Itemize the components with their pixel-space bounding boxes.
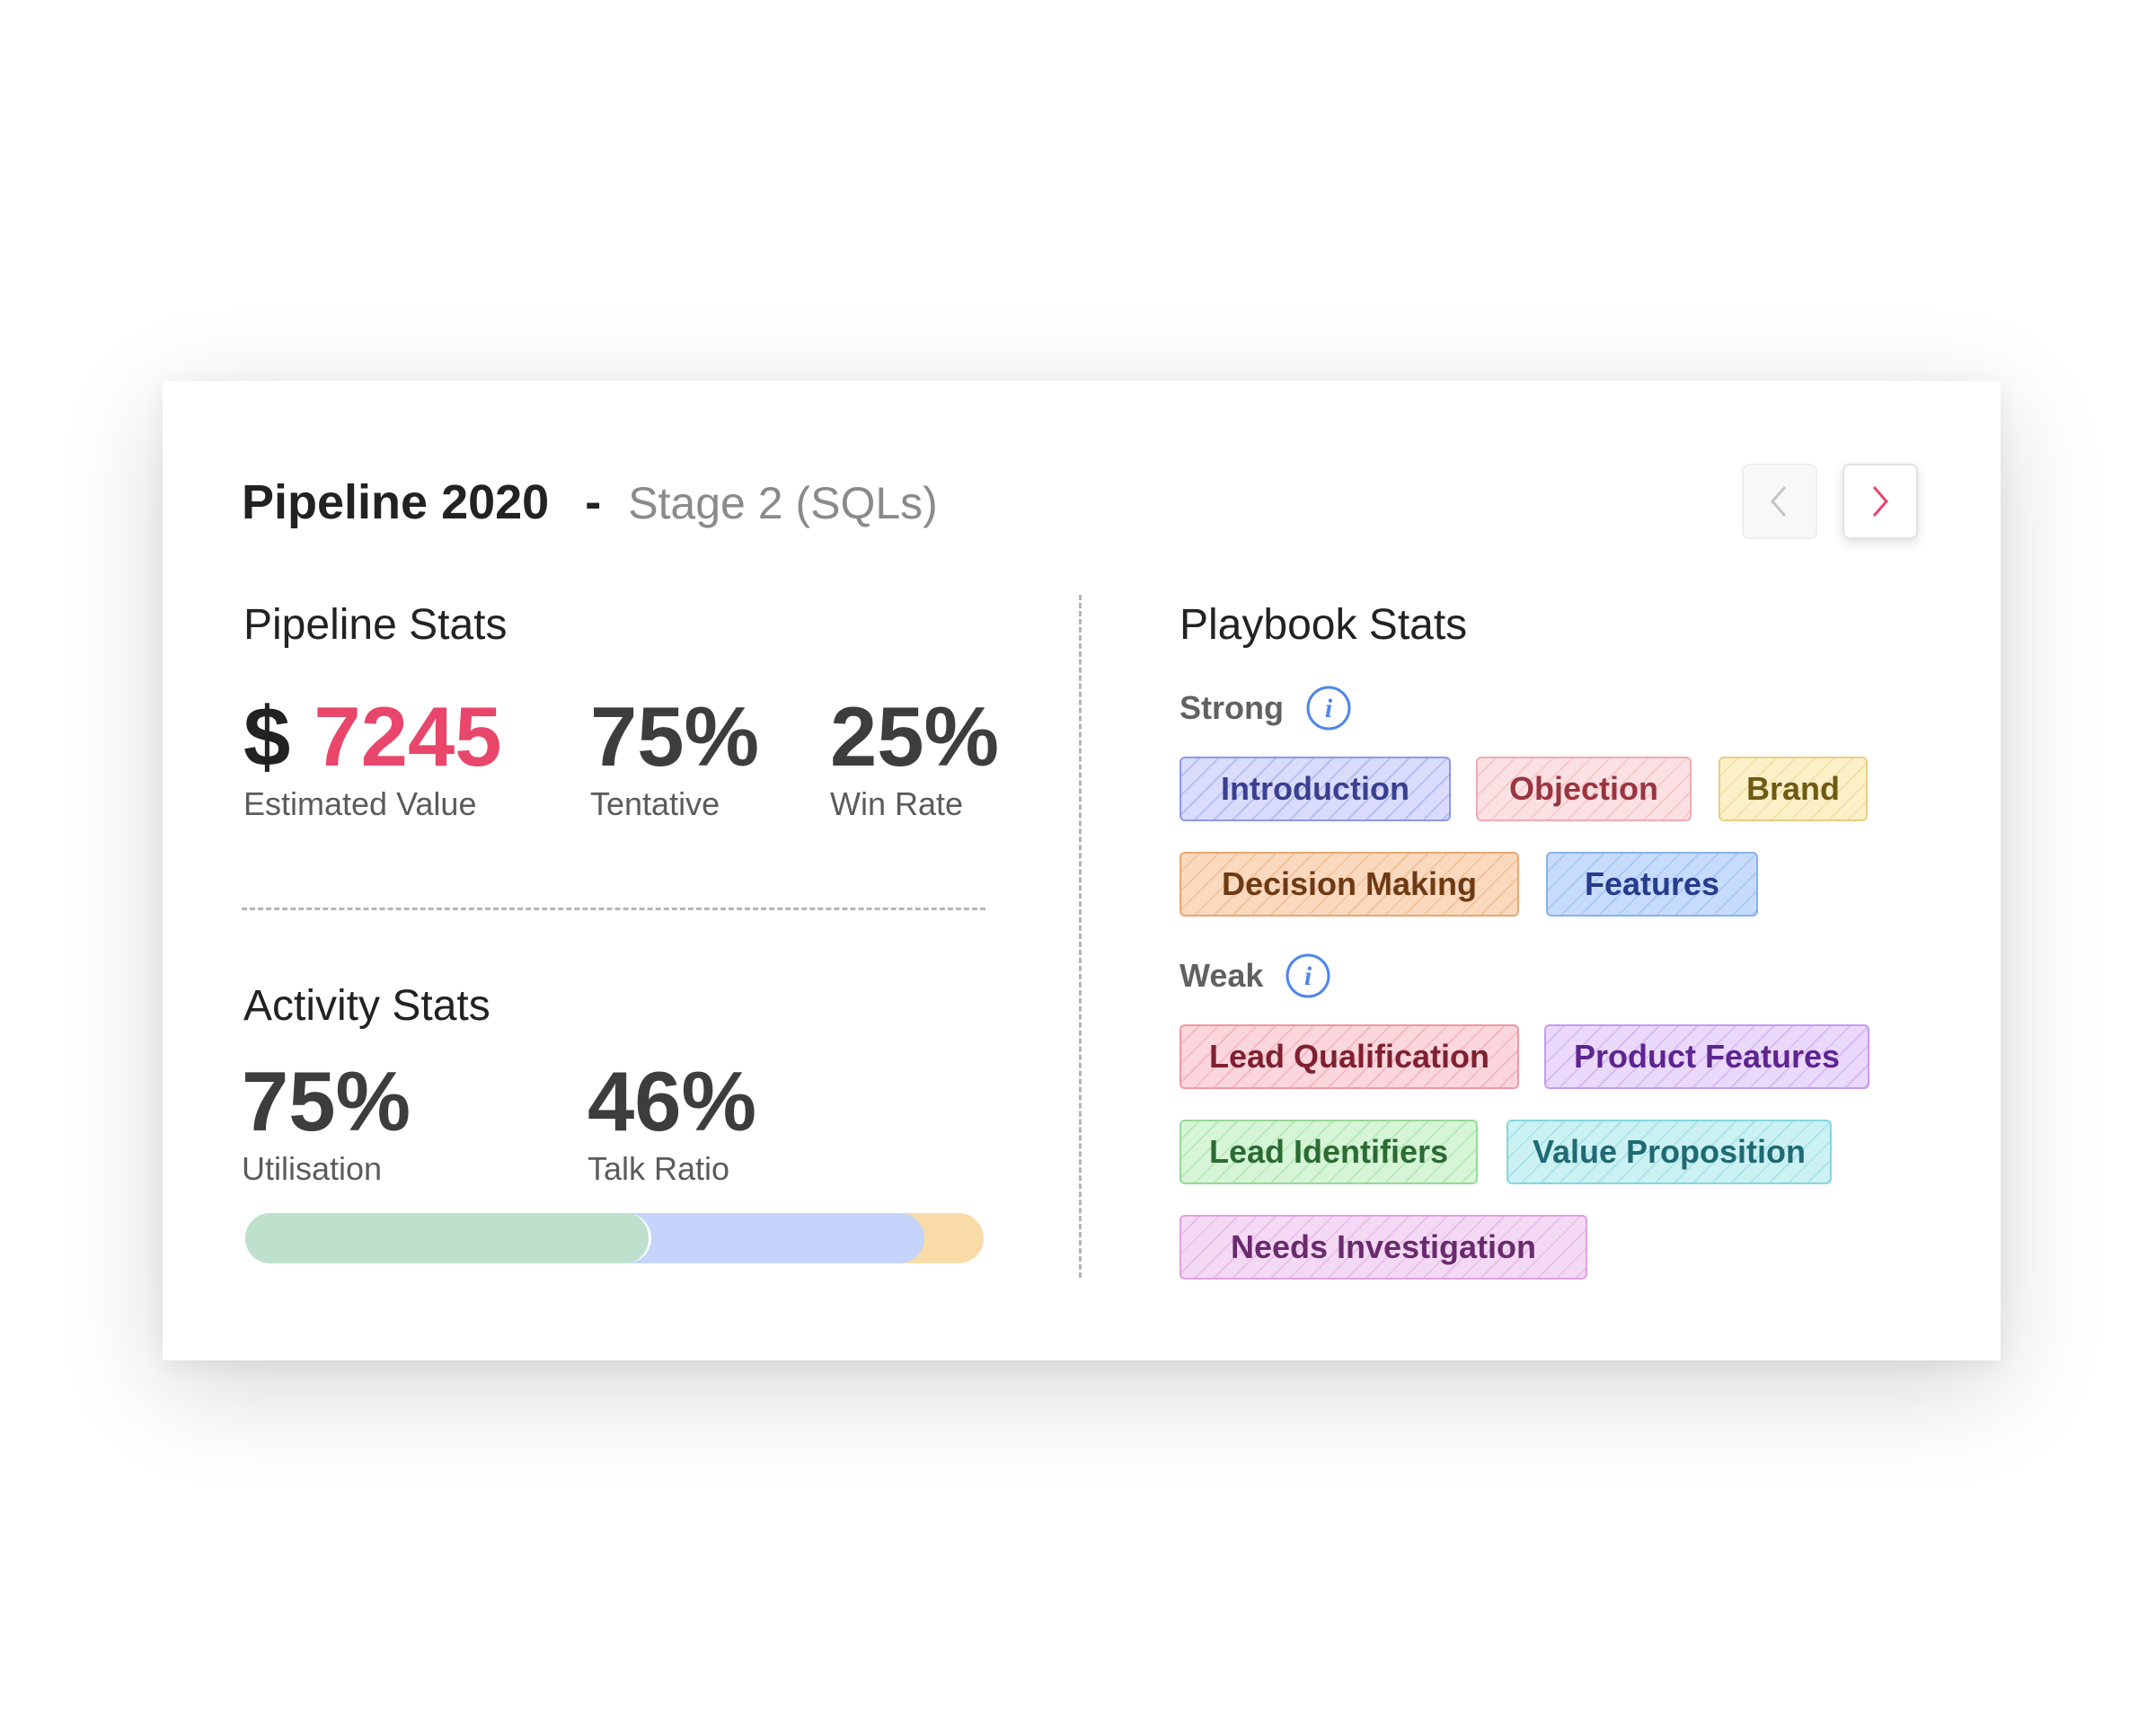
svg-text:i: i xyxy=(1304,961,1312,991)
progress-segment-green xyxy=(245,1213,651,1263)
currency-symbol: $ xyxy=(243,689,291,784)
utilisation-value: 75% xyxy=(242,1054,411,1148)
estimated-value: $ 7245 xyxy=(243,692,502,782)
pipeline-card: Pipeline 2020 - Stage 2 (SQLs) Pipeline … xyxy=(163,381,2001,1360)
title-separator: - xyxy=(585,475,602,529)
estimated-value-amount: 7245 xyxy=(314,689,502,784)
pipeline-stats-title: Pipeline Stats xyxy=(243,601,508,649)
tentative-stat: 75% Tentative xyxy=(590,692,759,823)
chevron-right-icon xyxy=(1872,486,1888,517)
strong-group-label: Strong i xyxy=(1180,685,1352,731)
activity-progress-bar xyxy=(245,1213,984,1263)
tag-label: Decision Making xyxy=(1221,865,1478,902)
pipeline-title: Pipeline 2020 xyxy=(242,475,550,529)
weak-label: Weak xyxy=(1180,957,1264,994)
tag-objection[interactable]: Objection xyxy=(1476,757,1692,821)
playbook-stats-title: Playbook Stats xyxy=(1180,601,1468,649)
tentative-label: Tentative xyxy=(590,785,720,822)
horizontal-divider xyxy=(242,908,985,910)
win-rate-label: Win Rate xyxy=(830,785,964,822)
tag-label: Product Features xyxy=(1573,1038,1841,1075)
stage-subtitle: Stage 2 (SQLs) xyxy=(628,478,938,528)
tag-product-features[interactable]: Product Features xyxy=(1544,1024,1869,1089)
activity-stats-title: Activity Stats xyxy=(243,982,490,1030)
prev-button[interactable] xyxy=(1742,464,1817,539)
info-icon[interactable]: i xyxy=(1285,952,1331,999)
tag-label: Needs Investigation xyxy=(1230,1228,1537,1265)
utilisation-label: Utilisation xyxy=(242,1150,383,1187)
next-button[interactable] xyxy=(1842,464,1918,539)
tag-label: Brand xyxy=(1745,770,1840,807)
talk-ratio-label: Talk Ratio xyxy=(588,1150,730,1187)
tag-label: Lead Qualification xyxy=(1208,1038,1490,1075)
tag-label: Value Proposition xyxy=(1532,1133,1807,1170)
weak-group-label: Weak i xyxy=(1180,952,1331,999)
tag-label: Objection xyxy=(1508,770,1658,807)
strong-label: Strong xyxy=(1180,689,1284,726)
tag-features[interactable]: Features xyxy=(1546,852,1758,917)
talk-ratio-value: 46% xyxy=(588,1054,757,1148)
vertical-divider xyxy=(1079,595,1082,1278)
tag-label: Introduction xyxy=(1221,770,1409,807)
win-rate-value: 25% xyxy=(830,689,1000,784)
tag-label: Lead Identifiers xyxy=(1208,1133,1449,1170)
tag-introduction[interactable]: Introduction xyxy=(1180,757,1451,821)
talk-ratio-stat: 46% Talk Ratio xyxy=(588,1057,756,1188)
tag-value-proposition[interactable]: Value Proposition xyxy=(1507,1120,1832,1184)
card-header: Pipeline 2020 - Stage 2 (SQLs) xyxy=(242,474,938,530)
estimated-value-stat: $ 7245 Estimated Value xyxy=(243,692,502,823)
svg-text:i: i xyxy=(1325,694,1333,723)
tag-decision-making[interactable]: Decision Making xyxy=(1180,852,1519,917)
utilisation-stat: 75% Utilisation xyxy=(242,1057,411,1188)
tag-label: Features xyxy=(1584,865,1720,902)
chevron-left-icon xyxy=(1771,486,1787,517)
tag-brand[interactable]: Brand xyxy=(1719,757,1868,821)
estimated-value-label: Estimated Value xyxy=(243,785,477,822)
info-icon[interactable]: i xyxy=(1305,685,1352,731)
tag-lead-qualification[interactable]: Lead Qualification xyxy=(1180,1024,1519,1089)
win-rate-stat: 25% Win Rate xyxy=(830,692,999,823)
tentative-value: 75% xyxy=(590,689,760,784)
tag-needs-investigation[interactable]: Needs Investigation xyxy=(1180,1215,1587,1280)
tag-lead-identifiers[interactable]: Lead Identifiers xyxy=(1180,1120,1478,1184)
